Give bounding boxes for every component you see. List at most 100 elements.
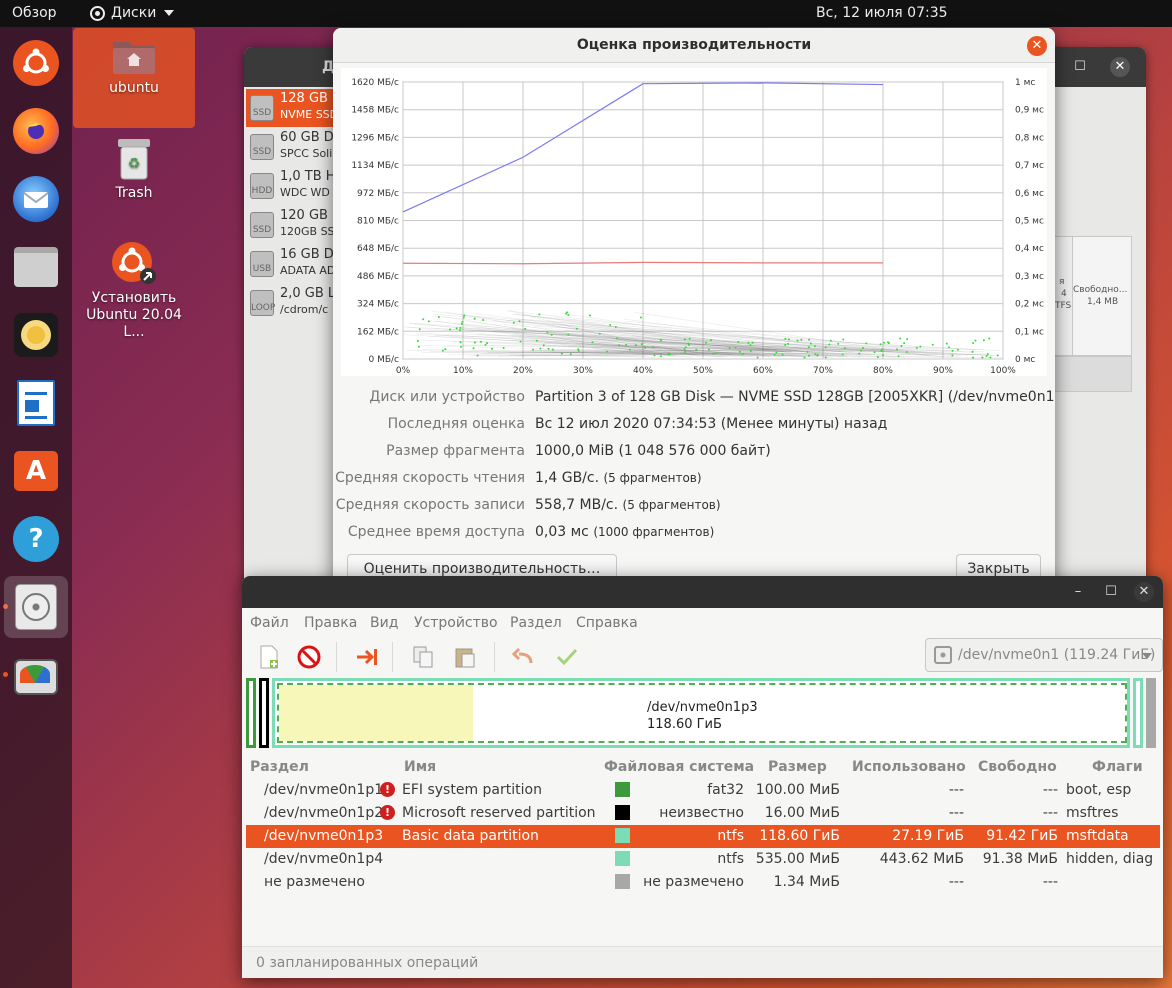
x-tick-label: 10% [453,366,473,376]
clock[interactable]: Вс, 12 июля 07:35 [816,5,948,21]
minimize-icon[interactable]: – [1068,582,1088,602]
access-time-point [625,343,628,346]
access-time-point [542,344,545,347]
dock-rhythmbox[interactable] [8,307,64,363]
copy-button[interactable] [410,644,436,670]
undo-button[interactable] [510,644,536,670]
x-tick-label: 60% [753,366,773,376]
col-flags[interactable]: Флаги [1092,759,1143,775]
dock-ubuntu[interactable] [8,35,64,91]
dock-firefox[interactable] [8,103,64,159]
disk-list-item[interactable]: LOOP 2,0 GB L/cdrom/c [246,284,336,322]
warning-icon[interactable]: ! [380,805,395,820]
col-partition[interactable]: Раздел [250,759,309,775]
col-used[interactable]: Использовано [852,759,966,775]
desktop-trash[interactable]: ♻ Trash [95,135,173,202]
col-filesystem[interactable]: Файловая система [604,759,754,775]
table-row[interactable]: /dev/nvme0n1p4 ntfs 535.00 МиБ 443.62 МиБ 91… [246,848,1160,871]
menu-bar: Файл Правка Вид Устройство Раздел Справк… [242,612,1163,634]
filesystem-color-swatch [615,782,630,797]
activities-button[interactable]: Обзор [12,5,57,21]
menu-device[interactable]: Устройство [414,615,498,631]
y-right-tick-label: 0,9 мс [1015,106,1044,116]
access-time-point [479,340,482,343]
disk-list-item[interactable]: SSD 60 GB Di SPCC Soli [246,128,336,166]
access-time-point [881,348,884,351]
access-time-point [903,342,906,345]
access-time-point [881,354,884,357]
dock-software[interactable]: A [8,443,64,499]
access-time-point [567,314,570,317]
col-size[interactable]: Размер [768,759,827,775]
menu-partition[interactable]: Раздел [510,615,562,631]
paste-button[interactable] [452,644,478,670]
access-time-point [816,354,819,357]
partition-block-p1[interactable] [246,678,256,748]
access-time-point [814,353,817,356]
dock-disks[interactable] [4,576,68,638]
col-name[interactable]: Имя [404,759,436,775]
dock-files[interactable] [8,239,64,295]
partition-block-p3[interactable]: /dev/nvme0n1p3 118.60 ГиБ [272,678,1130,748]
menu-file[interactable]: Файл [250,615,289,631]
access-time-point [502,346,505,349]
new-partition-button[interactable] [256,644,282,670]
disk-list-item[interactable]: HDD 1,0 TB H WDC WD [246,167,336,205]
warning-icon[interactable]: ! [380,782,395,797]
access-time-point [588,314,591,317]
access-time-point [484,343,487,346]
menu-view[interactable]: Вид [370,615,398,631]
y-right-tick-label: 0,8 мс [1015,133,1044,143]
x-tick-label: 30% [573,366,593,376]
table-row[interactable]: /dev/nvme0n1p3 Basic data partition ntfs 11… [246,825,1160,848]
access-time-point [879,343,882,346]
app-menu[interactable]: Диски [90,5,175,21]
access-time-point [462,316,465,319]
close-icon[interactable]: ✕ [1027,36,1047,56]
access-time-point [546,331,549,334]
access-time-point [486,342,489,345]
used-space [279,685,473,741]
table-row[interactable]: не размечено не размечено 1.34 МиБ --- --- [246,871,1160,894]
table-row[interactable]: /dev/nvme0n1p1 EFI system partition fat32 1… [246,779,1160,802]
access-time-point [566,311,569,314]
dock-writer[interactable] [8,375,64,431]
device-select[interactable]: /dev/nvme0n1 (119.24 ГиБ) [925,638,1163,672]
maximize-icon[interactable]: ☐ [1070,57,1090,77]
block-label: 4 [1061,289,1067,299]
info-write-value: 558,7 MB/с. [535,497,619,513]
desktop-install-ubuntu[interactable]: Установить Ubuntu 20.04 L... [74,240,194,341]
disk-list-item[interactable]: SSD 128 GB D NVME SSD [246,89,336,127]
new-document-icon [260,645,278,669]
access-time-point [618,344,621,347]
x-tick-label: 80% [873,366,893,376]
apply-button[interactable] [554,644,580,670]
info-write: Средняя скорость записи 558,7 MB/с. (5 ф… [333,497,1055,517]
delete-partition-button[interactable] [296,644,322,670]
menu-edit[interactable]: Правка [304,615,357,631]
menu-help[interactable]: Справка [576,615,638,631]
partition-block-unallocated[interactable] [1146,678,1156,748]
close-icon[interactable]: ✕ [1134,582,1154,602]
disk-size-label: 120 GB D [280,208,336,223]
partition-block-p4[interactable] [1133,678,1143,748]
dock-gparted[interactable] [8,649,64,705]
desktop-home-folder[interactable]: ubuntu [73,28,195,128]
size-cell: 118.60 ГиБ [759,828,840,844]
disk-list-item[interactable]: SSD 120 GB D 120GB SS [246,206,336,244]
access-time-point [688,337,691,340]
dock-help[interactable]: ? [8,511,64,567]
resize-move-button[interactable] [354,644,380,670]
free-space-block[interactable]: я 4 TFS Свободно... 1,4 MB [1046,236,1132,356]
info-last-value: Вс 12 июл 2020 07:34:53 (Менее минуты) н… [535,416,888,432]
access-time-point [659,355,662,358]
free-cell: --- [1042,874,1058,890]
col-free[interactable]: Свободно [978,759,1057,775]
close-icon[interactable]: ✕ [1110,57,1130,77]
maximize-icon[interactable]: ☐ [1101,582,1121,602]
disk-list-item[interactable]: USB 16 GB D ADATA AD [246,245,336,283]
partition-block-p2[interactable] [259,678,269,748]
dock-thunderbird[interactable] [8,171,64,227]
copy-icon [413,646,433,668]
table-row[interactable]: /dev/nvme0n1p2 Microsoft reserved partiti… [246,802,1160,825]
